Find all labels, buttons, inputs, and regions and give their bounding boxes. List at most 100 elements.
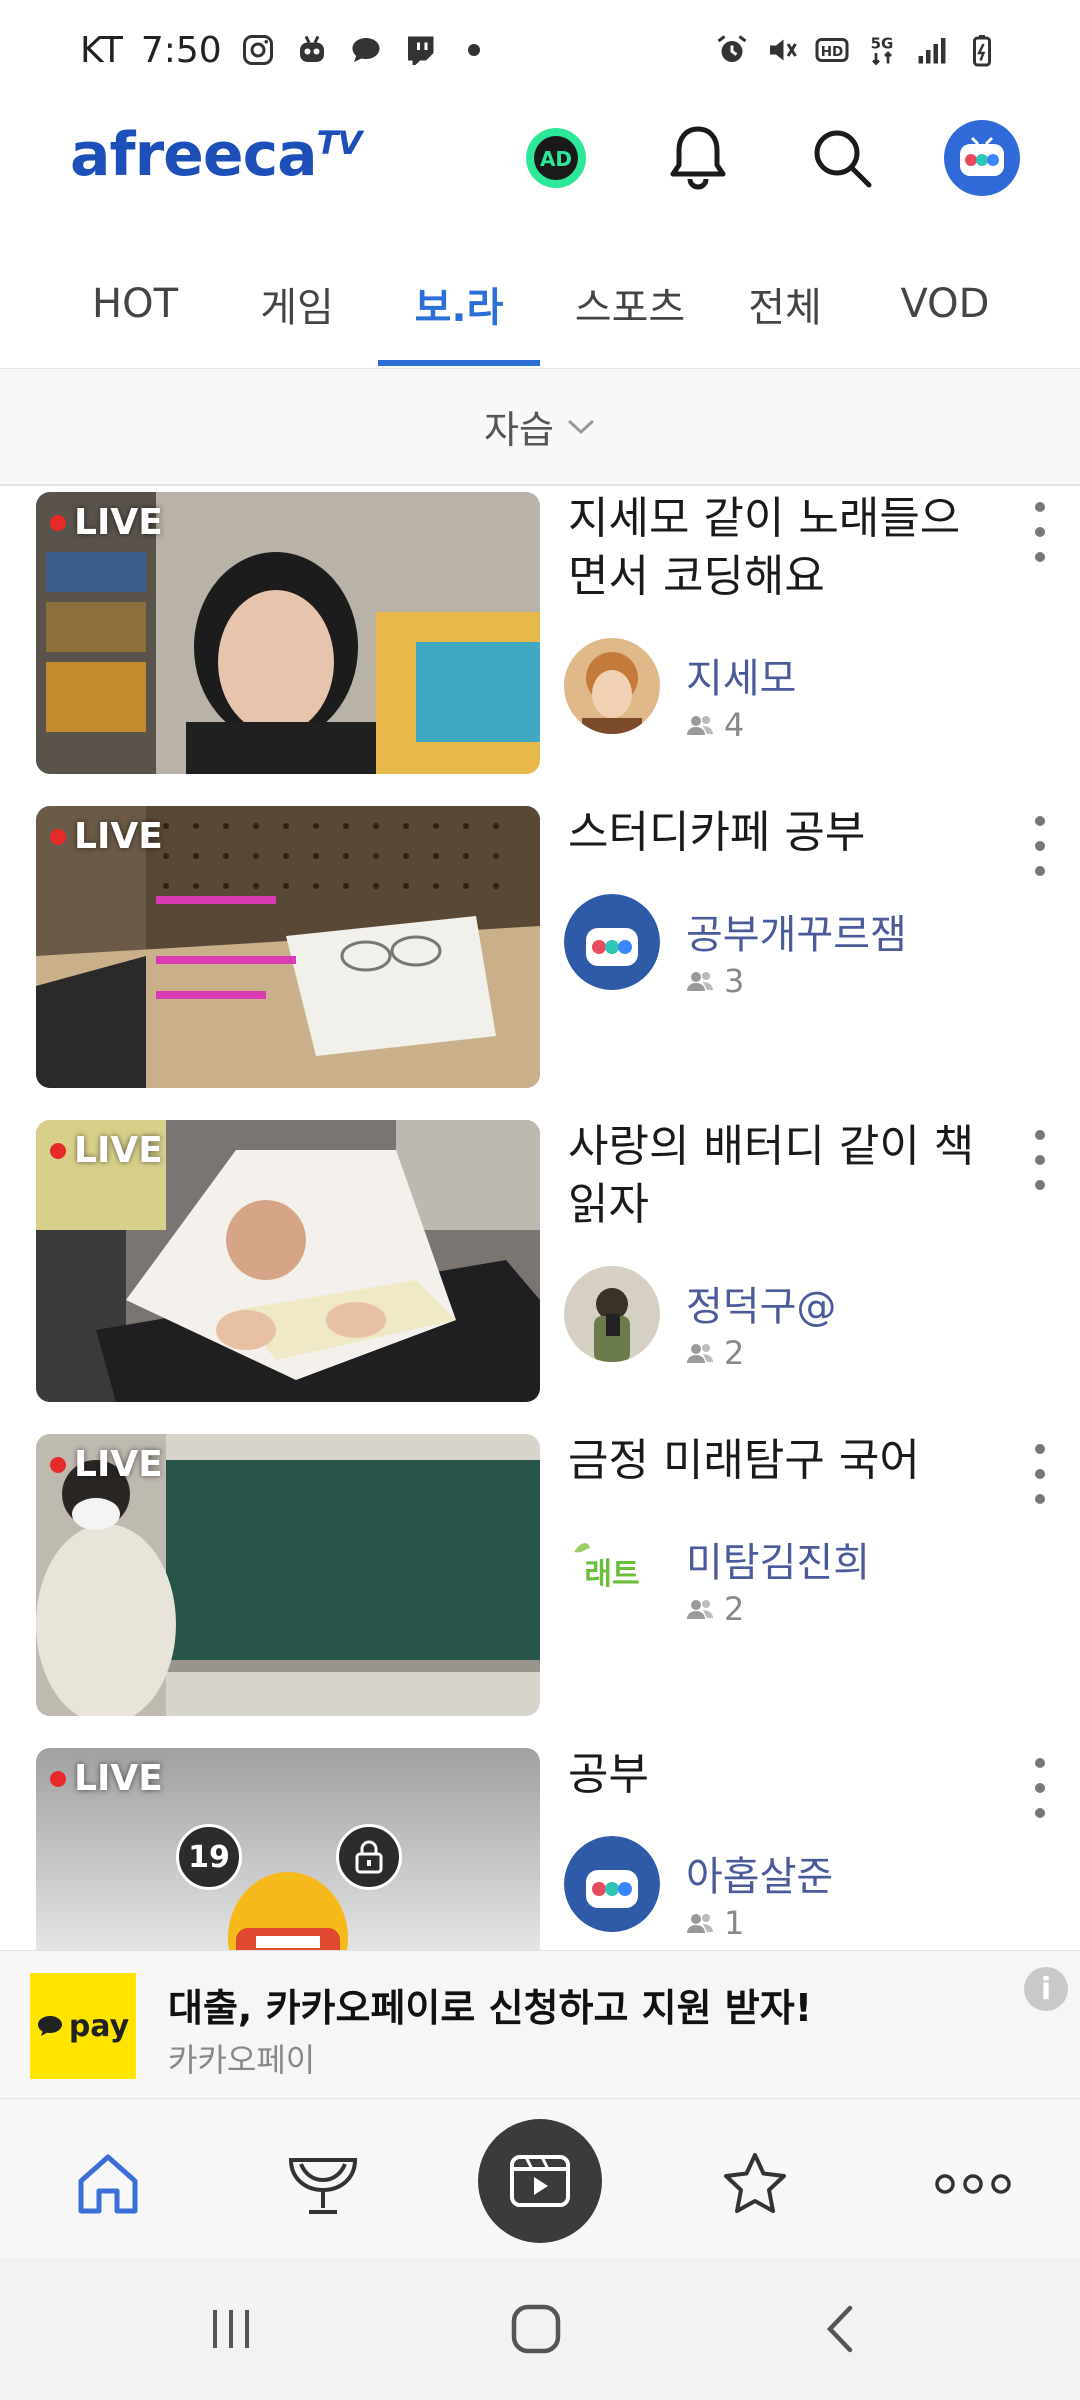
tab-sports[interactable]: 스포츠: [550, 240, 710, 368]
bot-icon: [299, 35, 324, 62]
channel-avatar[interactable]: [564, 894, 660, 990]
channel-avatar[interactable]: [564, 1836, 660, 1932]
trophy-icon: [288, 2158, 358, 2214]
live-badge: LIVE: [50, 502, 163, 543]
search-icon: [814, 130, 872, 188]
stream-title[interactable]: 스터디카페 공부: [568, 804, 988, 862]
recent-apps-button[interactable]: [192, 2294, 272, 2364]
channel-avatar[interactable]: [564, 638, 660, 734]
channel-name[interactable]: 공부개꾸르잼: [686, 902, 907, 960]
twitch-icon: [407, 36, 434, 65]
svg-text:HD: HD: [821, 44, 844, 60]
channel-name[interactable]: 아홉살준: [686, 1844, 833, 1902]
ad-title: 대출, 카카오페이로 신청하고 지원 받자!: [168, 1986, 813, 2030]
more-options-button[interactable]: [1020, 816, 1060, 876]
avatar-icon: [944, 120, 1020, 196]
ad-badge-icon: AD: [526, 128, 586, 188]
search-button[interactable]: [800, 116, 884, 200]
stream-thumbnail[interactable]: LIVE: [36, 492, 540, 774]
viewers-icon: [687, 972, 713, 991]
stream-thumbnail[interactable]: LIVE: [36, 1434, 540, 1716]
status-bar: KT 7:50 HD 5G: [0, 0, 1080, 100]
stream-thumbnail[interactable]: LIVE: [36, 1120, 540, 1402]
stream-item[interactable]: LIVE 지세모 같이 노래들으면서 코딩해요 지세모 4: [0, 488, 1080, 778]
5g-icon: 5G: [871, 35, 893, 66]
battery-icon: [973, 35, 991, 67]
chevron-down-icon: [567, 419, 594, 434]
ad-banner[interactable]: pay 대출, 카카오페이로 신청하고 지원 받자! 카카오페이 i: [0, 1950, 1080, 2098]
mute-icon: [770, 39, 797, 61]
home-icon: [78, 2154, 138, 2214]
viewer-count: 1: [686, 1904, 744, 1942]
channel-name[interactable]: 정덕구@: [686, 1274, 836, 1332]
home-square-icon: [511, 2304, 561, 2354]
nav-trophy-button[interactable]: [268, 2129, 378, 2239]
stream-title[interactable]: 지세모 같이 노래들으면서 코딩해요: [568, 490, 988, 606]
channel-avatar[interactable]: [564, 1266, 660, 1362]
instagram-icon: [242, 35, 273, 65]
viewers-icon: [687, 716, 713, 735]
stream-title[interactable]: 사랑의 배터디 같이 책 읽자: [568, 1118, 988, 1234]
channel-avatar[interactable]: 래트: [564, 1522, 660, 1618]
ad-advertiser: 카카오페이: [168, 2041, 316, 2079]
stream-title[interactable]: 금정 미래탐구 국어: [568, 1432, 988, 1490]
channel-name[interactable]: 미탐김진희: [686, 1530, 870, 1588]
age-restriction-badge: 19: [176, 1824, 242, 1890]
stream-item[interactable]: LIVE 금정 미래탐구 국어 래트 미탐김진희 2: [0, 1430, 1080, 1720]
stream-item[interactable]: LIVE 19 공부 아홉살준 1: [0, 1744, 1080, 1950]
viewers-icon: [687, 1914, 713, 1933]
tab-bora[interactable]: 보.라: [378, 240, 540, 368]
lock-icon: [336, 1824, 402, 1890]
viewer-count: 3: [686, 962, 744, 1000]
tab-game[interactable]: 게임: [232, 240, 362, 368]
profile-avatar-button[interactable]: [940, 116, 1024, 200]
live-badge: LIVE: [50, 816, 163, 857]
viewer-count: 2: [686, 1334, 744, 1372]
bell-icon: [670, 126, 726, 190]
nav-home-button[interactable]: [53, 2129, 163, 2239]
carrier-label: KT: [80, 29, 123, 71]
stream-thumbnail[interactable]: LIVE 19: [36, 1748, 540, 1950]
more-options-button[interactable]: [1020, 1444, 1060, 1504]
back-button[interactable]: [800, 2294, 880, 2364]
home-system-button[interactable]: [496, 2294, 576, 2364]
stream-item[interactable]: LIVE 사랑의 배터디 같이 책 읽자 정덕구@ 2: [0, 1116, 1080, 1406]
live-badge: LIVE: [50, 1444, 163, 1485]
notification-button[interactable]: [656, 116, 740, 200]
ad-button[interactable]: AD: [514, 116, 598, 200]
kakaopay-logo: pay: [30, 1973, 136, 2079]
stream-list: LIVE 지세모 같이 노래들으면서 코딩해요 지세모 4 LIVE 스터디카페…: [0, 488, 1080, 1950]
alarm-icon: [717, 35, 747, 62]
nav-more-button[interactable]: [918, 2129, 1028, 2239]
stream-title[interactable]: 공부: [568, 1746, 988, 1804]
more-options-button[interactable]: [1020, 1758, 1060, 1818]
stream-item[interactable]: LIVE 스터디카페 공부 공부개꾸르잼 3: [0, 802, 1080, 1092]
star-icon: [724, 2153, 786, 2213]
hd-icon: HD: [815, 38, 849, 62]
category-tabs: HOT 게임 보.라 스포츠 전체 VOD: [0, 240, 1080, 368]
afreecatv-logo[interactable]: afreecaTV: [70, 120, 362, 190]
subcategory-filter[interactable]: 자습: [0, 368, 1080, 486]
bottom-navigation: [0, 2098, 1080, 2258]
more-icon: [935, 2174, 1011, 2194]
stream-thumbnail[interactable]: LIVE: [36, 806, 540, 1088]
active-tab-indicator: [378, 360, 540, 366]
live-badge: LIVE: [50, 1130, 163, 1171]
dot-icon: [467, 44, 480, 56]
recent-apps-icon: [213, 2310, 249, 2348]
system-navigation-bar: [0, 2258, 1080, 2400]
more-options-button[interactable]: [1020, 1130, 1060, 1190]
nav-favorites-button[interactable]: [700, 2129, 810, 2239]
tab-all[interactable]: 전체: [720, 240, 850, 368]
tab-vod[interactable]: VOD: [880, 240, 1010, 368]
nav-broadcast-button[interactable]: [478, 2119, 602, 2243]
back-chevron-icon: [826, 2305, 853, 2353]
tab-hot[interactable]: HOT: [70, 240, 200, 368]
channel-name[interactable]: 지세모: [686, 646, 796, 704]
more-options-button[interactable]: [1020, 502, 1060, 562]
viewer-count: 4: [686, 706, 744, 744]
viewers-icon: [687, 1600, 713, 1619]
viewer-count: 2: [686, 1590, 744, 1628]
viewers-icon: [687, 1344, 713, 1363]
ad-info-icon[interactable]: i: [1024, 1967, 1068, 2011]
